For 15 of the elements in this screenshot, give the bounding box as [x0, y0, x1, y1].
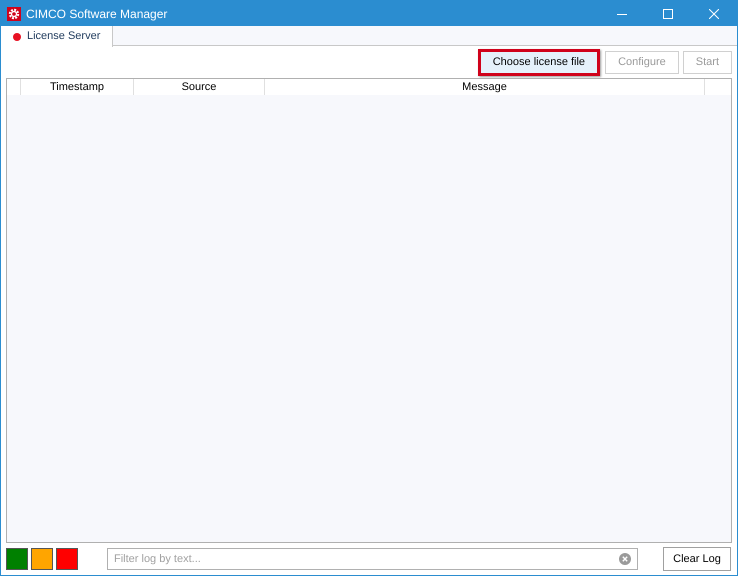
level-filter[interactable]	[56, 548, 78, 570]
gear-icon	[7, 6, 21, 20]
window-title: CIMCO Software Manager	[26, 6, 168, 22]
clear-log-button[interactable]: Clear Log	[663, 547, 731, 571]
column-header[interactable]: Message	[265, 79, 705, 95]
clear-icon[interactable]	[619, 553, 631, 565]
tab[interactable]: License Server	[1, 26, 114, 47]
maximize-icon	[663, 8, 673, 18]
level-filter[interactable]	[31, 548, 53, 570]
toolbar-button[interactable]: Choose license file	[478, 49, 600, 76]
column-header[interactable]: Source	[134, 79, 265, 95]
filter-field[interactable]: Filter log by text...	[107, 548, 638, 570]
filter-input[interactable]: Filter log by text...	[114, 550, 619, 568]
column-header[interactable]: Timestamp	[21, 79, 134, 95]
close-icon	[709, 8, 719, 18]
